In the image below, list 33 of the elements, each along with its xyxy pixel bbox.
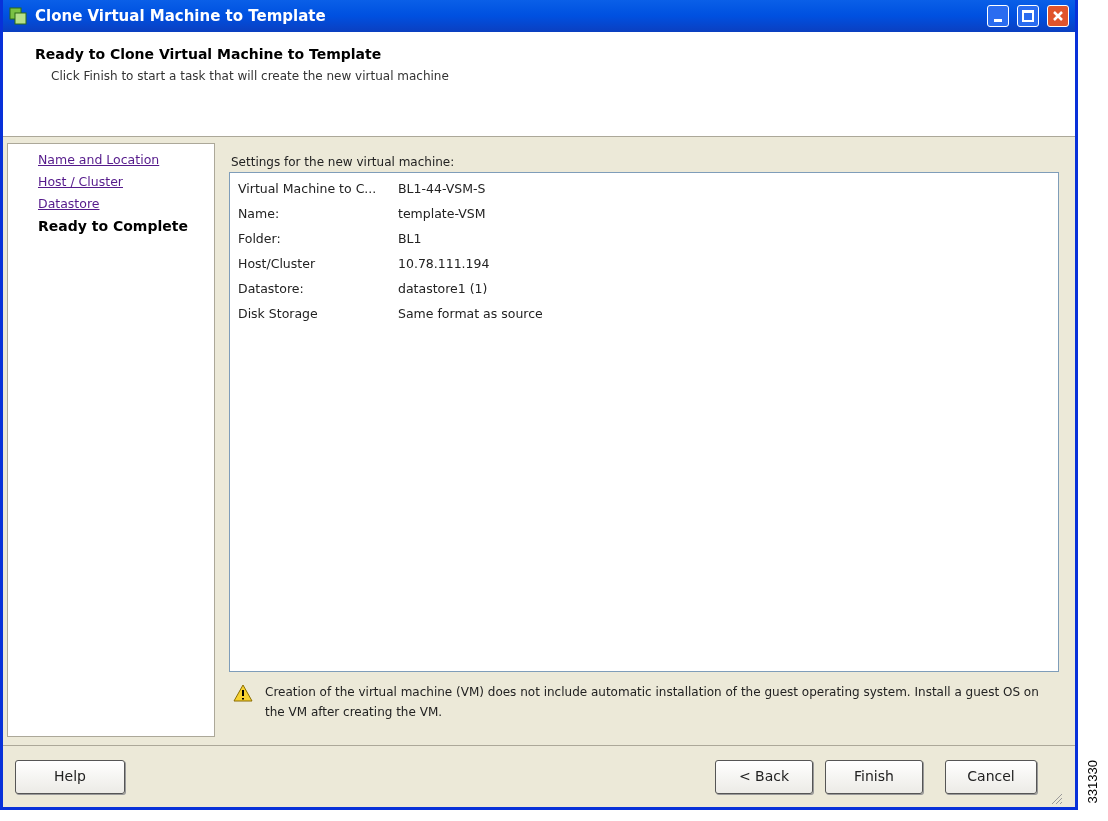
app-icon <box>9 7 27 25</box>
close-button[interactable] <box>1047 5 1069 27</box>
setting-value: Same format as source <box>398 305 543 324</box>
maximize-button[interactable] <box>1017 5 1039 27</box>
setting-value: template-VSM <box>398 205 486 224</box>
setting-value: datastore1 (1) <box>398 280 488 299</box>
resize-grip-icon <box>1049 791 1063 805</box>
page-description: Click Finish to start a task that will create the new virtual machine <box>50 68 450 85</box>
cancel-button[interactable]: Cancel <box>945 759 1037 794</box>
setting-name: Disk Storage <box>238 305 319 324</box>
warning-message: Creation of the virtual machine (VM) does not include automatic installation of the guest operating system. Install a guest OS on the VM after creating the VM. <box>265 684 1040 721</box>
help-button[interactable]: Help <box>15 759 125 794</box>
setting-name: Folder: <box>238 230 282 249</box>
setting-name: Datastore: <box>238 280 305 299</box>
window-title: Clone Virtual Machine to Template <box>35 5 327 27</box>
minimize-button[interactable] <box>987 5 1009 27</box>
step-link[interactable]: Datastore <box>38 193 214 215</box>
setting-name: Name: <box>238 205 281 224</box>
setting-name: Virtual Machine to C... <box>238 180 378 199</box>
figure-number: 331330 <box>1084 759 1102 803</box>
setting-name: Host/Cluster <box>238 255 317 274</box>
step-link[interactable]: Host / Cluster <box>38 171 214 193</box>
back-button[interactable]: < Back <box>715 759 813 794</box>
warning-icon <box>233 684 253 702</box>
setting-value: BL1 <box>398 230 422 249</box>
setting-value: BL1-44-VSM-S <box>398 180 486 199</box>
current-step[interactable]: Ready to Complete <box>38 215 214 237</box>
setting-value: 10.78.111.194 <box>398 255 490 274</box>
close-icon <box>1052 10 1064 22</box>
settings-label: Settings for the new virtual machine: <box>231 154 456 171</box>
finish-button[interactable]: Finish <box>825 759 923 794</box>
step-link[interactable]: Name and Location <box>38 149 214 171</box>
page-heading: Ready to Clone Virtual Machine to Template <box>35 45 383 64</box>
